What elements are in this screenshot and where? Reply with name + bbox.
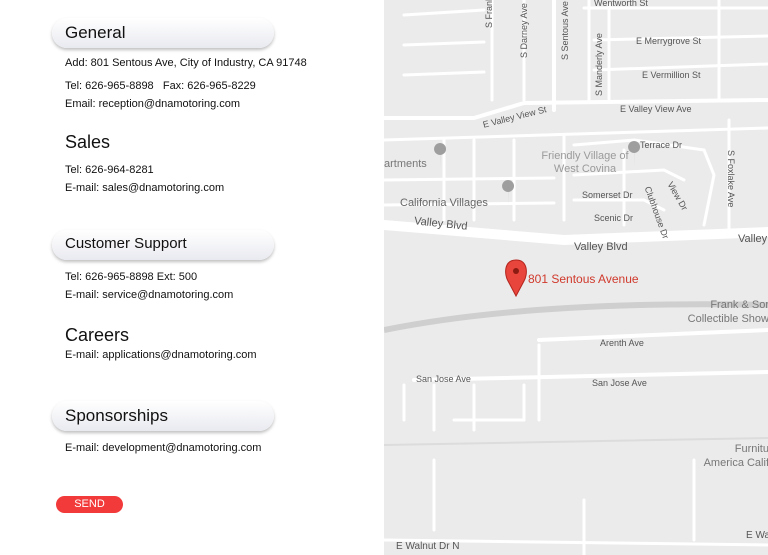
street-label: Somerset Dr — [582, 190, 633, 200]
street-label: S Manderly Ave — [594, 33, 604, 96]
street-label: E Valley View Ave — [620, 104, 692, 114]
sales-title: Sales — [65, 132, 111, 152]
support-email: E-mail: service@dnamotoring.com — [65, 289, 234, 301]
careers-title: Careers — [65, 325, 130, 345]
place-label: Furnitu America Calif — [703, 443, 768, 469]
street-label: S Darney Ave — [519, 3, 529, 58]
street-label: E Vermillion St — [642, 70, 701, 80]
location-marker-icon — [505, 259, 527, 298]
marker-label[interactable]: 801 Sentous Avenue — [528, 272, 639, 286]
street-label: Valley Blvd — [574, 241, 628, 253]
send-button[interactable]: SEND — [56, 496, 123, 513]
general-title: General — [65, 23, 126, 42]
careers-email: E-mail: applications@dnamotoring.com — [65, 349, 257, 361]
general-email: Email: reception@dnamotoring.com — [65, 98, 241, 110]
place-label: Friendly Village of West Covina — [541, 150, 629, 175]
sales-email: E-mail: sales@dnamotoring.com — [65, 182, 225, 194]
street-label: S Foxlake Ave — [726, 150, 736, 208]
street-label: Valley — [738, 233, 768, 245]
street-label: San Jose Ave — [416, 374, 471, 384]
street-label: S Sentous Ave — [560, 1, 570, 60]
street-label: E Walnut Dr N — [396, 541, 460, 552]
support-title: Customer Support — [65, 235, 187, 252]
street-label: E Merrygrove St — [636, 36, 702, 46]
road-valley-view — [384, 98, 768, 120]
place-label: California Villages — [400, 197, 488, 209]
contact-panel: General Add: 801 Sentous Ave, City of In… — [0, 0, 384, 555]
street-label: Wentworth St — [594, 0, 648, 8]
street-label: S Frank — [484, 0, 494, 28]
sponsorships-email: E-mail: development@dnamotoring.com — [65, 442, 262, 454]
road-arenth — [537, 328, 768, 342]
street-label: Scenic Dr — [594, 213, 634, 223]
general-address: Add: 801 Sentous Ave, City of Industry, … — [65, 57, 307, 69]
sponsorships-title: Sponsorships — [65, 406, 169, 425]
support-tel: Tel: 626-965-8898 Ext: 500 — [65, 271, 198, 283]
street-label: Terrace Dr — [640, 140, 683, 150]
place-label: Frank & Sor Collectible Show — [687, 299, 768, 325]
street-label: E Wa — [746, 530, 768, 541]
place-label: artments — [384, 158, 427, 170]
general-tel-fax: Tel: 626-965-8898 Fax: 626-965-8229 — [65, 80, 256, 92]
street-label: Arenth Ave — [600, 338, 644, 348]
sales-tel: Tel: 626-964-8281 — [65, 164, 154, 176]
street-label: San Jose Ave — [592, 378, 647, 388]
